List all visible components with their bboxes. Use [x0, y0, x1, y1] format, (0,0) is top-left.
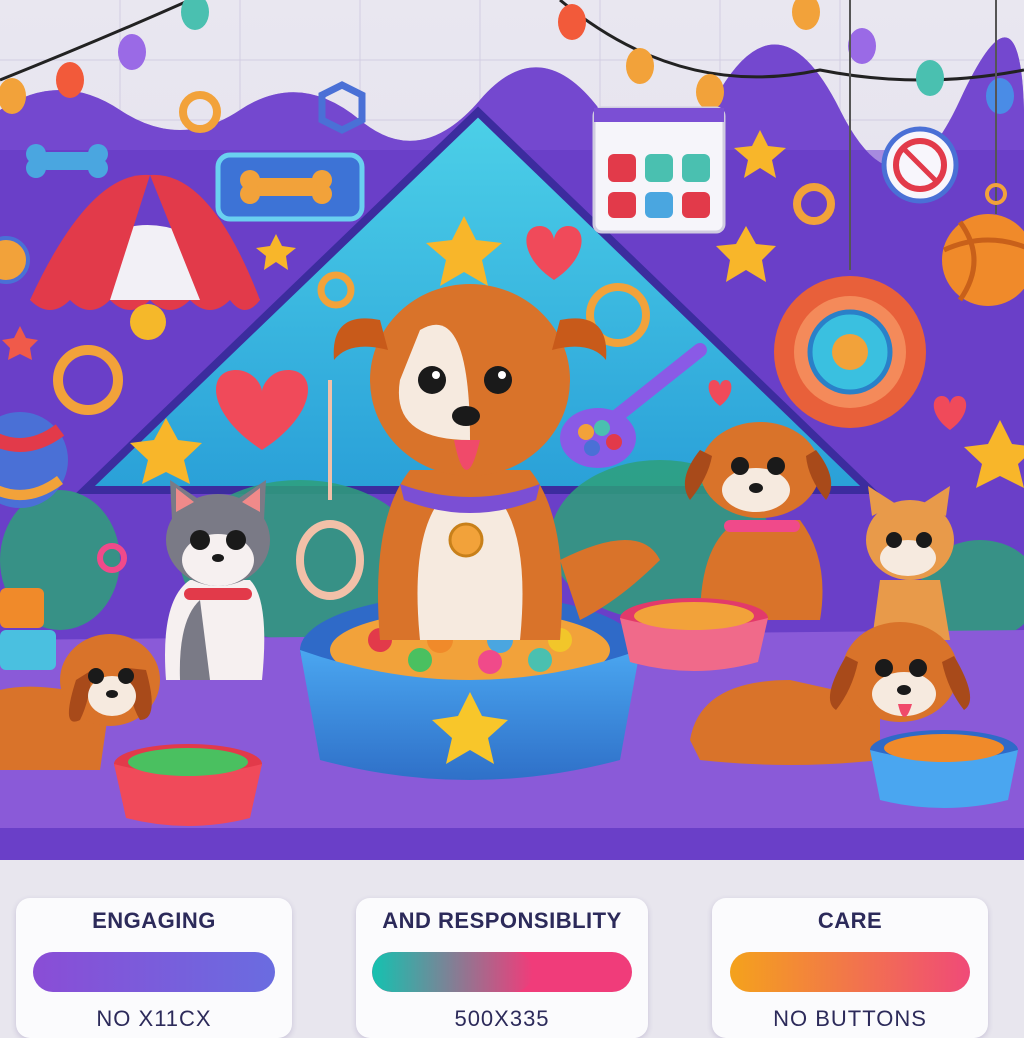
panel-title: CARE [817, 908, 883, 933]
info-panel-responsibility: AND RESPONSIBLITY 500X335 [356, 898, 648, 1038]
panel-progress-fill [372, 952, 534, 992]
panel-progress-bar [730, 952, 970, 992]
info-panel-engaging: ENGAGING NO X11CX [16, 898, 292, 1038]
panel-progress-fill [33, 952, 275, 992]
info-panel-care: CARE NO BUTTONS [712, 898, 988, 1038]
panel-title: AND RESPONSIBLITY [382, 908, 622, 933]
food-bowl-icon[interactable] [114, 744, 262, 826]
food-bowl-icon[interactable] [620, 598, 768, 671]
cat-icon[interactable] [866, 486, 954, 640]
panel-footer: NO BUTTONS [773, 1006, 927, 1031]
bone-sign[interactable] [215, 152, 365, 222]
food-bowl-icon[interactable] [870, 730, 1018, 808]
game-scene [0, 0, 1024, 860]
panel-title: ENGAGING [92, 908, 216, 933]
ball-icon [0, 236, 30, 284]
calendar-board-icon[interactable] [592, 106, 726, 234]
panel-progress-fill [730, 952, 970, 992]
panel-progress-bar [33, 952, 275, 992]
panel-footer: 500X335 [454, 1006, 550, 1031]
panel-footer: NO X11CX [96, 1006, 212, 1031]
clock-toy-icon[interactable] [881, 126, 959, 204]
panel-progress-bar [372, 952, 632, 992]
